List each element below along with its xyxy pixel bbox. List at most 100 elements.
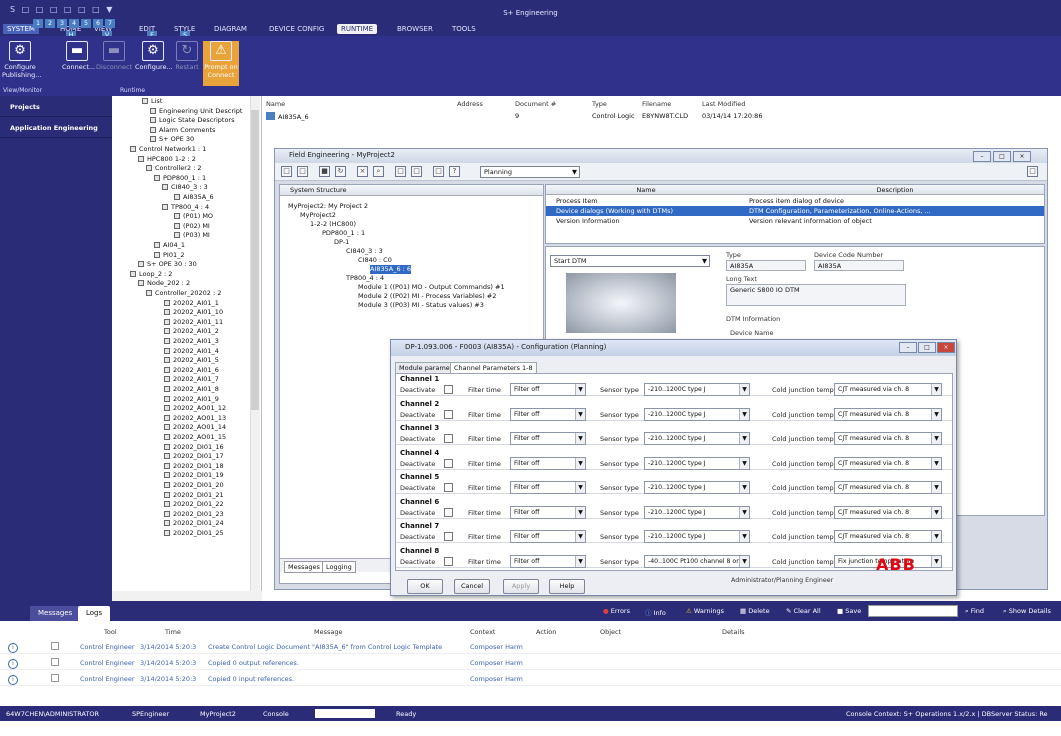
connect-button[interactable]: ▬ Connect...: [62, 41, 95, 86]
structure-item[interactable]: TP800_4 : 4: [346, 274, 384, 283]
col-header-tool[interactable]: Tool: [104, 628, 117, 636]
filter-time-select[interactable]: Filter off ▼: [510, 481, 586, 494]
info-filter[interactable]: ⓘ Info: [645, 607, 666, 617]
scrollbar-thumb[interactable]: [251, 110, 259, 410]
help-icon[interactable]: ?: [449, 166, 460, 177]
menu-runtime[interactable]: RUNTIME: [337, 24, 378, 34]
tree-item[interactable]: 20202_DI01_17: [164, 452, 224, 461]
tree-item[interactable]: TP800_4 : 4: [162, 203, 209, 212]
close-button[interactable]: ×: [1013, 151, 1031, 162]
tree-item[interactable]: Loop_2 : 2: [130, 270, 172, 279]
mode-select[interactable]: Planning ▼: [480, 166, 580, 178]
cold-junction-select[interactable]: CJT measured via ch. 8 ▼: [834, 481, 942, 494]
tree-item[interactable]: 20202_DI01_20: [164, 481, 224, 490]
tree-item[interactable]: Node_202 : 2: [138, 279, 190, 288]
tree-item[interactable]: (P01) MO: [174, 212, 213, 221]
tree-item[interactable]: 20202_AI01_2: [164, 327, 219, 336]
configure-publishing-button[interactable]: ⚙ Configure Publishing...: [2, 41, 41, 86]
deactivate-checkbox[interactable]: [444, 556, 453, 566]
tree-item[interactable]: List: [142, 97, 162, 106]
sensor-type-select[interactable]: -210..1200C type J ▼: [644, 456, 750, 470]
col-header-type[interactable]: Type: [592, 100, 607, 108]
menu-diagram[interactable]: DIAGRAM: [210, 24, 251, 34]
toolbar-icon[interactable]: □: [411, 166, 422, 177]
tree-item[interactable]: 20202_DI01_25: [164, 529, 224, 538]
tree-item[interactable]: 20202_AI01_3: [164, 337, 219, 346]
tree-item[interactable]: 20202_AI01_1: [164, 299, 219, 308]
table-row[interactable]: i Control Engineer 3/14/2014 5:20:3 Copi…: [0, 656, 1061, 670]
menu-tools[interactable]: TOOLS: [448, 24, 480, 34]
structure-item-selected[interactable]: AI835A_6 : 6: [370, 265, 412, 274]
col-header-action[interactable]: Action: [536, 628, 556, 636]
tree-item[interactable]: AI835A_6: [174, 193, 214, 202]
tree-item[interactable]: Alarm Comments: [150, 126, 215, 135]
filter-time-select[interactable]: Filter off ▼: [510, 554, 586, 568]
deactivate-checkbox[interactable]: [444, 434, 453, 443]
toolbar-icon[interactable]: □: [1027, 166, 1038, 177]
tree-item[interactable]: CI840_3 : 3: [162, 183, 208, 192]
search-input[interactable]: [868, 605, 958, 617]
deactivate-checkbox[interactable]: [444, 507, 453, 517]
start-dtm-select[interactable]: Start DTM ▼: [550, 255, 710, 267]
tree-item[interactable]: HPC800 1-2 : 2: [138, 155, 196, 164]
filter-time-select[interactable]: Filter off ▼: [510, 530, 586, 543]
col-header-object[interactable]: Object: [600, 628, 621, 636]
cold-junction-select[interactable]: CJT measured via ch. 8 ▼: [834, 505, 942, 519]
filter-time-select[interactable]: Filter off ▼: [510, 383, 586, 396]
table-row-selected[interactable]: Device dialogs (Working with DTMs) DTM Co…: [546, 206, 1044, 216]
restart-button[interactable]: ↻ Restart: [173, 41, 201, 86]
structure-item[interactable]: PDP800_1 : 1: [322, 229, 365, 238]
sensor-type-select[interactable]: -210..1200C type J ▼: [644, 383, 750, 396]
tree-item[interactable]: AI04_1: [154, 241, 185, 250]
structure-item[interactable]: Module 1 ((P01) MO - Output Commands) #1: [358, 283, 505, 292]
maximize-button[interactable]: □: [918, 342, 936, 353]
tab-messages[interactable]: Messages: [30, 606, 81, 621]
delete-button[interactable]: ▦ Delete: [740, 607, 770, 615]
tree-item[interactable]: 20202_AI01_4: [164, 347, 219, 356]
col-header-description[interactable]: Description: [746, 185, 1044, 195]
cold-junction-select[interactable]: CJT measured via ch. 8 ▼: [834, 530, 942, 543]
col-header-context[interactable]: Context: [470, 628, 495, 636]
tree-item[interactable]: 20202_DI01_24: [164, 519, 224, 528]
clear-all-button[interactable]: ✎ Clear All: [786, 607, 821, 615]
configure-button[interactable]: ⚙ Configure...: [135, 41, 173, 86]
tree-item[interactable]: PI01_2: [154, 251, 185, 260]
sensor-type-select[interactable]: -210..1200C type J ▼: [644, 432, 750, 445]
tree-item[interactable]: 20202_AO01_13: [164, 414, 226, 423]
structure-item[interactable]: CI840_3 : 3: [346, 247, 383, 256]
toolbar-icon[interactable]: □: [281, 166, 292, 177]
tree-item[interactable]: 20202_AO01_12: [164, 404, 226, 413]
deactivate-checkbox[interactable]: [444, 483, 453, 492]
tree-item[interactable]: Control Network1 : 1: [130, 145, 206, 154]
errors-filter[interactable]: ● Errors: [603, 607, 630, 615]
col-header-name[interactable]: Name: [546, 185, 746, 195]
tree-item[interactable]: Controller_20202 : 2: [146, 289, 221, 298]
warnings-filter[interactable]: ⚠ Warnings: [686, 607, 724, 615]
delete-icon[interactable]: ×: [357, 166, 368, 177]
structure-item[interactable]: MyProject2: My Project 2: [288, 202, 368, 211]
table-row[interactable]: Process Item Process item dialog of devic…: [546, 196, 1044, 206]
sensor-type-select[interactable]: -210..1200C type J ▼: [644, 530, 750, 543]
tab-logging[interactable]: Logging: [322, 561, 356, 573]
toolbar-icon[interactable]: □: [395, 166, 406, 177]
cancel-button[interactable]: Cancel: [454, 579, 490, 594]
filter-time-select[interactable]: Filter off ▼: [510, 432, 586, 445]
deactivate-checkbox[interactable]: [444, 409, 453, 419]
deactivate-checkbox[interactable]: [444, 458, 453, 468]
tree-item[interactable]: (P03) MI: [174, 231, 210, 240]
col-header-document[interactable]: Document #: [515, 100, 556, 108]
file-name-cell[interactable]: AI835A_6: [266, 112, 309, 121]
tree-item[interactable]: 20202_AI01_5: [164, 356, 219, 365]
tab-logs[interactable]: Logs: [78, 606, 111, 621]
tree-item[interactable]: 20202_AI01_6: [164, 366, 219, 375]
tree-item[interactable]: 20202_AO01_15: [164, 433, 226, 442]
save-button[interactable]: ■ Save: [837, 607, 861, 615]
structure-item[interactable]: Module 3 ((P03) MI - Status values) #3: [358, 301, 484, 310]
structure-item[interactable]: MyProject2: [300, 211, 336, 220]
row-checkbox[interactable]: [51, 642, 59, 650]
toolbar-icon[interactable]: □: [433, 166, 444, 177]
tree-item[interactable]: 20202_DI01_23: [164, 510, 224, 519]
minimize-button[interactable]: –: [973, 151, 991, 162]
deactivate-checkbox[interactable]: [444, 385, 453, 394]
help-button[interactable]: Help: [549, 579, 585, 594]
